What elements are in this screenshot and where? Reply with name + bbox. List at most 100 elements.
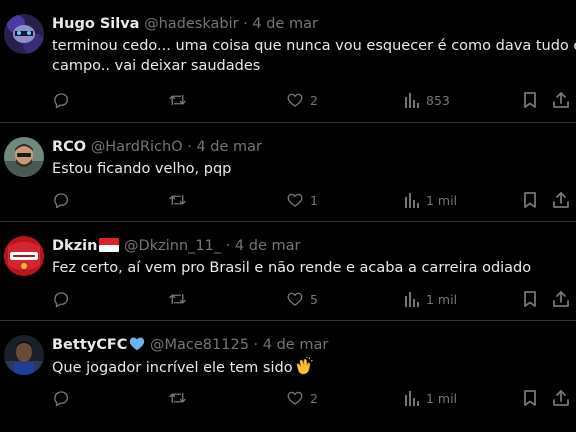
views-icon <box>404 91 420 109</box>
reply-icon <box>52 91 70 109</box>
like-count: 1 <box>310 192 318 208</box>
bookmark-button[interactable] <box>522 89 538 111</box>
like-button[interactable]: 2 <box>286 89 318 111</box>
share-icon <box>552 389 570 407</box>
author-name[interactable]: Dkzin <box>52 238 97 254</box>
share-button[interactable] <box>552 89 570 111</box>
share-button[interactable] <box>552 288 570 310</box>
avatar[interactable] <box>4 14 44 54</box>
repost-icon <box>168 191 187 209</box>
replies-feed: Hugo Silva @hadeskabir · 4 de mar termin… <box>0 0 576 432</box>
post-date[interactable]: 4 de mar <box>263 337 329 353</box>
author-name[interactable]: RCO <box>52 139 86 155</box>
repost-button[interactable] <box>168 189 187 211</box>
view-count: 853 <box>426 92 450 108</box>
post-header: RCO @HardRichO · 4 de mar <box>52 137 568 157</box>
views-icon <box>404 389 420 407</box>
like-button[interactable]: 5 <box>286 288 318 310</box>
post-header: Dkzin @Dkzinn_11_ · 4 de mar <box>52 236 568 256</box>
post-date[interactable]: 4 de mar <box>235 238 301 254</box>
bookmark-button[interactable] <box>522 189 538 211</box>
flag-badge-icon <box>99 238 120 258</box>
author-handle[interactable]: @hadeskabir <box>144 16 238 32</box>
repost-button[interactable] <box>168 387 187 409</box>
views-button[interactable]: 1 mil <box>404 288 457 310</box>
post-text-line: Fez certo, aí vem pro Brasil e não rende… <box>52 260 532 276</box>
share-button[interactable] <box>552 189 570 211</box>
avatar[interactable] <box>4 335 44 375</box>
share-button[interactable] <box>552 387 570 409</box>
author-handle[interactable]: @Dkzinn_11_ <box>124 238 221 254</box>
action-bar: 1 1 mil <box>0 189 576 211</box>
share-icon <box>552 91 570 109</box>
share-icon <box>552 290 570 308</box>
separator: · <box>253 337 259 353</box>
repost-icon <box>168 91 187 109</box>
post-text-line: campo.. vai deixar saudades <box>52 58 261 74</box>
reply-post[interactable]: RCO @HardRichO · 4 de mar Estou ficando … <box>0 122 576 221</box>
post-text: Estou ficando velho, pqp <box>52 159 566 179</box>
post-text: terminou cedo... uma coisa que nunca vou… <box>52 36 576 76</box>
views-icon <box>404 290 420 308</box>
like-count: 5 <box>310 291 318 307</box>
reply-icon <box>52 290 70 308</box>
like-button[interactable]: 1 <box>286 189 318 211</box>
post-text: Fez certo, aí vem pro Brasil e não rende… <box>52 258 566 278</box>
repost-icon <box>168 290 187 308</box>
reply-button[interactable] <box>52 387 70 409</box>
view-count: 1 mil <box>426 192 458 208</box>
like-count: 2 <box>310 390 318 406</box>
blue-heart-icon <box>129 336 145 357</box>
post-text-line: terminou cedo... uma coisa que nunca vou… <box>52 38 576 54</box>
like-icon <box>286 389 304 407</box>
bookmark-icon <box>522 290 538 308</box>
separator: · <box>225 238 231 254</box>
author-name[interactable]: Hugo Silva <box>52 16 139 32</box>
avatar[interactable] <box>4 137 44 177</box>
reply-post[interactable]: BettyCFC @Mace81125 · 4 de mar Que jogad… <box>0 320 576 432</box>
post-text: Que jogador incrível ele tem sido <box>52 357 566 381</box>
post-text-line: Estou ficando velho, pqp <box>52 161 232 177</box>
like-icon <box>286 290 304 308</box>
reply-button[interactable] <box>52 189 70 211</box>
post-date[interactable]: 4 de mar <box>196 139 262 155</box>
views-button[interactable]: 1 mil <box>404 189 457 211</box>
bookmark-icon <box>522 389 538 407</box>
author-handle[interactable]: @HardRichO <box>91 139 183 155</box>
repost-icon <box>168 389 187 407</box>
reply-button[interactable] <box>52 288 70 310</box>
author-name[interactable]: BettyCFC <box>52 337 127 353</box>
action-bar: 2 853 <box>0 89 576 111</box>
action-bar: 5 1 mil <box>0 288 576 310</box>
reply-icon <box>52 389 70 407</box>
post-header: Hugo Silva @hadeskabir · 4 de mar <box>52 14 568 34</box>
reply-post[interactable]: Hugo Silva @hadeskabir · 4 de mar termin… <box>0 0 576 122</box>
reply-icon <box>52 191 70 209</box>
reply-post[interactable]: Dkzin @Dkzinn_11_ · 4 de mar Fez certo, … <box>0 221 576 320</box>
reply-button[interactable] <box>52 89 70 111</box>
post-date[interactable]: 4 de mar <box>252 16 318 32</box>
views-button[interactable]: 1 mil <box>404 387 457 409</box>
avatar[interactable] <box>4 236 44 276</box>
view-count: 1 mil <box>426 291 458 307</box>
views-icon <box>404 191 420 209</box>
bookmark-button[interactable] <box>522 387 538 409</box>
bookmark-icon <box>522 191 538 209</box>
post-text-line: Que jogador incrível ele tem sido <box>52 360 293 376</box>
like-icon <box>286 91 304 109</box>
like-count: 2 <box>310 92 318 108</box>
author-handle[interactable]: @Mace81125 <box>150 337 249 353</box>
like-icon <box>286 191 304 209</box>
like-button[interactable]: 2 <box>286 387 318 409</box>
repost-button[interactable] <box>168 89 187 111</box>
action-bar: 2 1 mil <box>0 387 576 409</box>
bookmark-icon <box>522 91 538 109</box>
separator: · <box>187 139 192 155</box>
view-count: 1 mil <box>426 390 458 406</box>
post-header: BettyCFC @Mace81125 · 4 de mar <box>52 335 568 355</box>
separator: · <box>243 16 248 32</box>
views-button[interactable]: 853 <box>404 89 450 111</box>
repost-button[interactable] <box>168 288 187 310</box>
bookmark-button[interactable] <box>522 288 538 310</box>
clapping-hands-icon <box>295 357 313 381</box>
